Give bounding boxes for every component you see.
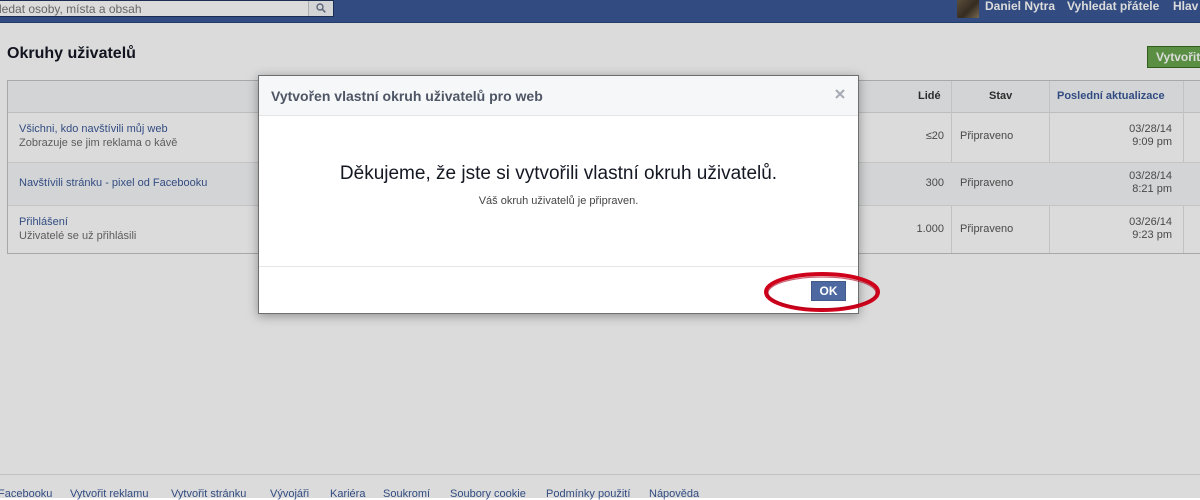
ok-button[interactable]: OK — [811, 281, 846, 301]
dialog-title: Vytvořen vlastní okruh uživatelů pro web — [271, 88, 543, 104]
dialog-message: Děkujeme, že jste si vytvořili vlastní o… — [339, 163, 778, 184]
close-icon[interactable] — [833, 87, 847, 101]
dialog-submessage: Váš okruh uživatelů je připraven. — [478, 195, 639, 207]
dialog-footer — [259, 266, 858, 315]
dialog-header: Vytvořen vlastní okruh uživatelů pro web — [259, 76, 858, 116]
confirmation-dialog: Vytvořen vlastní okruh uživatelů pro web… — [258, 75, 859, 314]
